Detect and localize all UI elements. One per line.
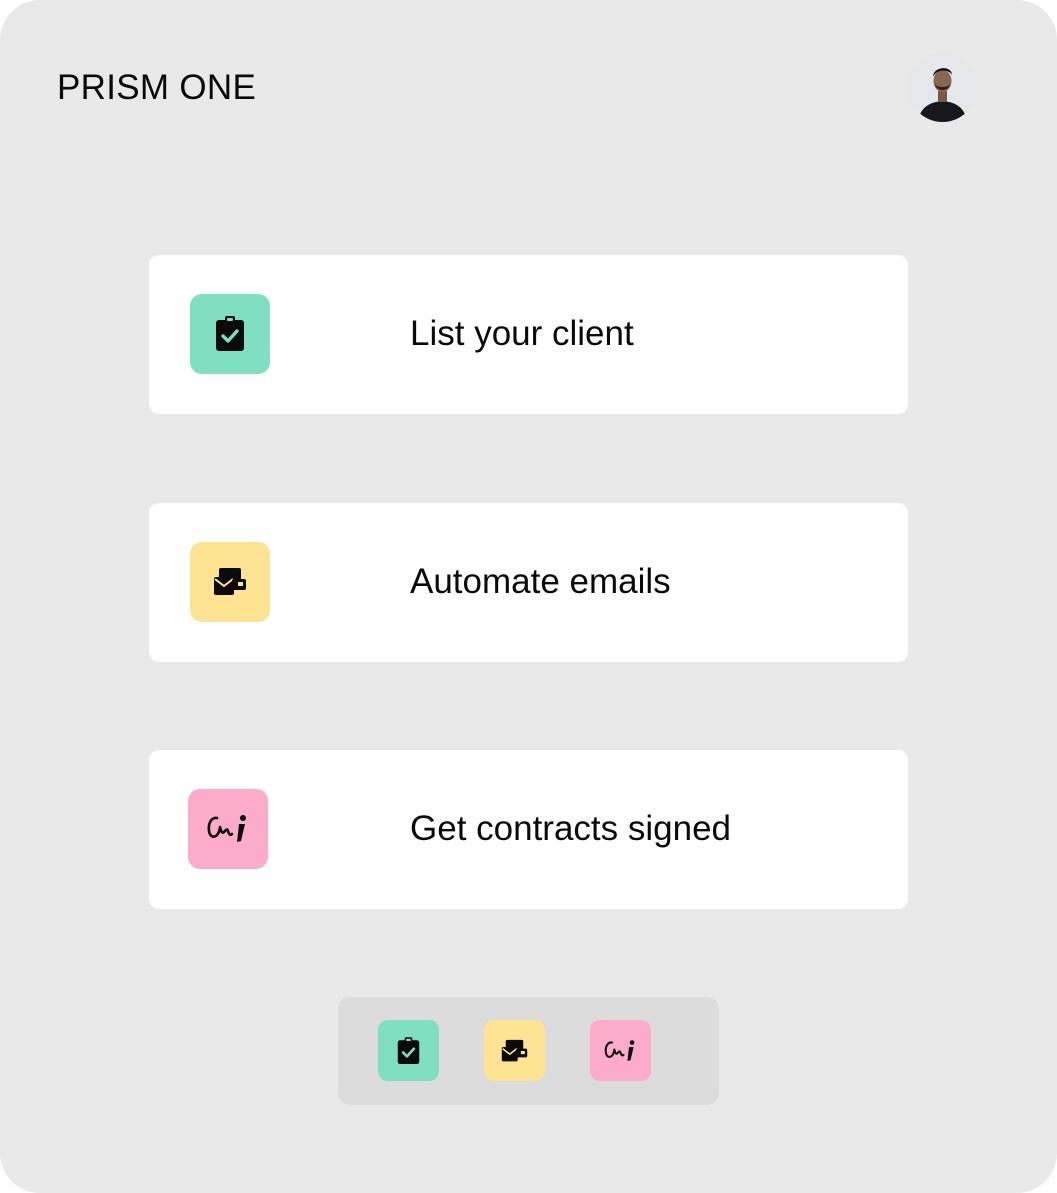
signature-icon <box>188 789 268 869</box>
dock-button-signature[interactable] <box>590 1020 651 1081</box>
clipboard-check-icon <box>190 294 270 374</box>
clipboard-check-icon <box>397 1036 420 1064</box>
step-card-contracts-signed[interactable]: Get contracts signed <box>149 750 908 909</box>
signature-icon <box>604 1039 635 1061</box>
avatar-photo <box>908 53 977 122</box>
step-label: Automate emails <box>410 562 671 601</box>
user-avatar[interactable] <box>908 53 977 122</box>
mail-stack-icon <box>501 1039 528 1061</box>
dock-button-clipboard[interactable] <box>378 1020 439 1081</box>
step-label: List your client <box>410 314 634 353</box>
step-card-list-client[interactable]: List your client <box>149 255 908 414</box>
mail-stack-icon <box>190 542 270 622</box>
app-window: PRISM ONE List your client Automate emai… <box>0 0 1057 1193</box>
brand-title: PRISM ONE <box>57 68 257 107</box>
step-label: Get contracts signed <box>410 809 731 848</box>
bottom-dock <box>338 997 719 1105</box>
dock-button-mail[interactable] <box>484 1020 545 1081</box>
step-card-automate-emails[interactable]: Automate emails <box>149 503 908 662</box>
